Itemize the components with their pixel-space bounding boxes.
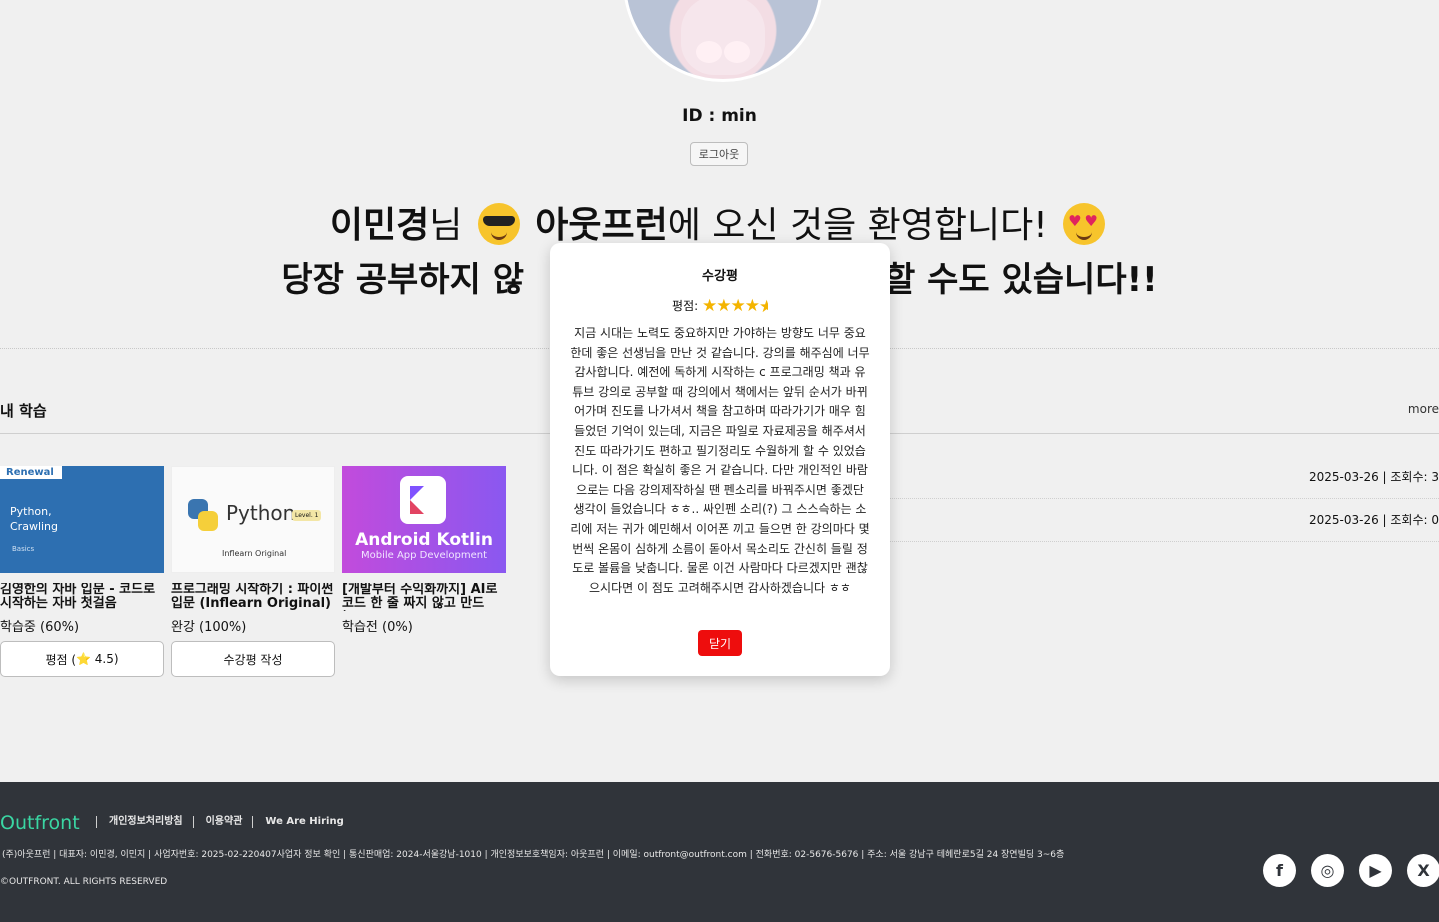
instagram-icon[interactable]: ◎	[1311, 854, 1344, 887]
course-progress: 학습중 (60%)	[0, 620, 80, 635]
footer-links: 개인정보처리방침 이용약관 We Are Hiring	[96, 816, 354, 828]
close-button[interactable]: 닫기	[698, 630, 742, 656]
review-text: 지금 시대는 노력도 중요하지만 가야하는 방향도 너무 중요한데 좋은 선생님…	[570, 326, 870, 595]
review-modal: 수강평 평점: ★★★★★ 지금 시대는 노력도 중요하지만 가야하는 방향도 …	[550, 243, 890, 676]
course-card[interactable]: Python Level. 1 Inflearn Original 프로그래밍 …	[171, 466, 335, 677]
copyright: ©OUTFRONT. ALL RIGHTS RESERVED	[0, 877, 168, 887]
youtube-icon[interactable]: ▶	[1359, 854, 1392, 887]
thumbnail-subtitle: Basics	[12, 545, 35, 553]
list-item[interactable]: 2025-03-26 | 조회수: 3	[890, 456, 1439, 499]
course-progress: 학습전 (0%)	[342, 620, 413, 635]
hiring-link[interactable]: We Are Hiring	[252, 816, 353, 828]
thumbnail-title: Android Kotlin	[355, 530, 493, 550]
outfront-logo[interactable]: Outfront	[0, 812, 80, 834]
thumbnail-subtitle: Inflearn Original	[222, 549, 287, 558]
privacy-policy-link[interactable]: 개인정보처리방침	[96, 816, 193, 828]
course-title[interactable]: [개발부터 수익화까지] AI로 코드 한 줄 짜지 않고 만드는...	[342, 583, 506, 611]
course-progress: 완강 (100%)	[171, 620, 247, 635]
thumbnail-title: Python, Crawling	[10, 505, 59, 533]
course-thumbnail[interactable]: Renewal Python, Crawling Basics	[0, 466, 164, 573]
renewal-badge: Renewal	[0, 466, 62, 479]
thumbnail-title: Python	[226, 501, 296, 525]
user-id: ID : min	[682, 106, 757, 126]
write-review-button[interactable]: 수강평 작성	[171, 641, 335, 677]
level-badge: Level. 1	[292, 510, 322, 521]
more-link[interactable]: more	[1408, 402, 1439, 416]
sunglasses-emoji-icon	[477, 203, 520, 245]
heart-eyes-emoji-icon	[1063, 203, 1106, 245]
my-learning-title: 내 학습	[0, 402, 47, 420]
rating-button[interactable]: 평점 (⭐ 4.5)	[0, 641, 164, 677]
footer: Outfront 개인정보처리방침 이용약관 We Are Hiring (주)아웃…	[0, 782, 1439, 922]
star-rating-icon: ★★★★★	[701, 296, 768, 317]
python-logo-icon	[188, 499, 218, 531]
list-item[interactable]: 2025-03-26 | 조회수: 0	[890, 499, 1439, 542]
logout-button[interactable]: 로그아웃	[690, 142, 748, 166]
brand-name: 아웃프런	[535, 205, 668, 246]
course-card[interactable]: Android Kotlin Mobile App Development [개…	[342, 466, 506, 635]
modal-title: 수강평	[702, 269, 738, 284]
x-icon[interactable]: X	[1407, 854, 1439, 887]
star-icon: ⭐	[76, 652, 91, 666]
course-title[interactable]: 김영한의 자바 입문 - 코드로 시작하는 자바 첫걸음	[0, 583, 164, 611]
facebook-icon[interactable]: f	[1263, 854, 1296, 887]
course-thumbnail[interactable]: Python Level. 1 Inflearn Original	[171, 466, 335, 573]
kotlin-logo-icon	[400, 476, 446, 524]
avatar	[623, 0, 823, 82]
welcome-message: 이민경님 아웃프런에 오신 것을 환영합니다!	[0, 196, 1439, 248]
modal-rating: 평점: ★★★★★	[672, 296, 768, 317]
user-name: 이민경	[329, 205, 430, 246]
course-thumbnail[interactable]: Android Kotlin Mobile App Development	[342, 466, 506, 573]
course-card[interactable]: Renewal Python, Crawling Basics 김영한의 자바 …	[0, 466, 164, 677]
course-title[interactable]: 프로그래밍 시작하기 : 파이썬 입문 (Inflearn Original)	[171, 583, 335, 611]
thumbnail-subtitle: Mobile App Development	[360, 550, 487, 561]
terms-link[interactable]: 이용약관	[192, 816, 253, 828]
company-info: (주)아웃프런 | 대표자: 이민경, 이민지 | 사업자번호: 2025-02…	[2, 850, 1065, 860]
